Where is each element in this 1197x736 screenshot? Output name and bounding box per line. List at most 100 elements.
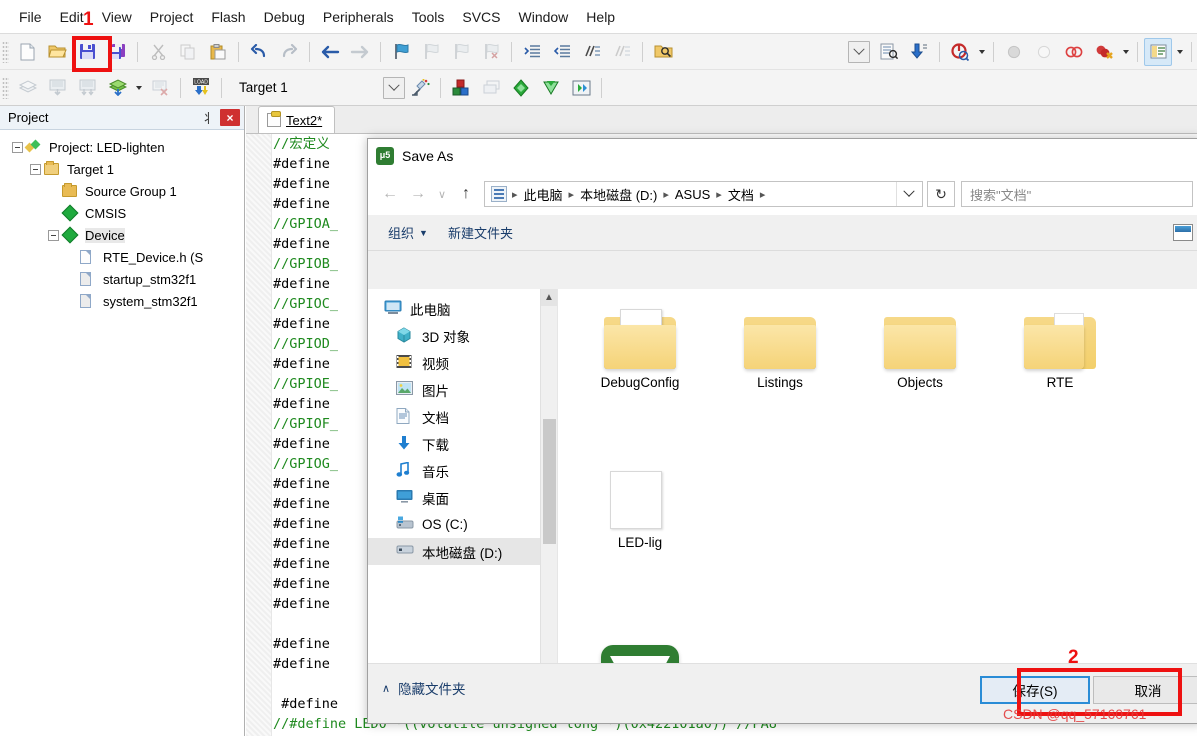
nav-item-documents[interactable]: 文档 xyxy=(368,403,557,430)
toolbar-grip[interactable] xyxy=(2,76,9,99)
start-debug-button[interactable] xyxy=(946,38,974,66)
tree-item-cmsis[interactable]: CMSIS xyxy=(6,202,244,224)
tree-item-project[interactable]: Project: LED-lighten xyxy=(6,136,244,158)
next-bookmark-button[interactable] xyxy=(447,38,475,66)
breadcrumb-asus[interactable]: ASUS xyxy=(670,187,715,202)
dialog-cancel-button[interactable]: 取消 xyxy=(1093,676,1197,704)
close-icon[interactable]: × xyxy=(220,109,240,126)
editor-tab-text2[interactable]: Text2* xyxy=(258,106,336,133)
tree-item-source-group[interactable]: Source Group 1 xyxy=(6,180,244,202)
menu-item-project[interactable]: Project xyxy=(141,6,203,28)
tree-item-target[interactable]: Target 1 xyxy=(6,158,244,180)
nav-item-downloads[interactable]: 下载 xyxy=(368,430,557,457)
breadcrumb-local-disk-d[interactable]: 本地磁盘 (D:) xyxy=(575,185,662,204)
menu-item-help[interactable]: Help xyxy=(577,6,624,28)
nav-pane-scrollbar[interactable]: ▲ ▼ xyxy=(540,289,557,723)
nav-item-videos[interactable]: 视频 xyxy=(368,349,557,376)
build-dropdown-caret[interactable] xyxy=(132,74,145,102)
select-software-packs-button[interactable] xyxy=(477,74,505,102)
previous-bookmark-button[interactable] xyxy=(417,38,445,66)
navigate-back-button[interactable] xyxy=(316,38,344,66)
expander-minus-icon[interactable] xyxy=(12,141,23,153)
dialog-save-button[interactable]: 保存(S) xyxy=(980,676,1090,704)
nav-item-3d-objects[interactable]: 3D 对象 xyxy=(368,322,557,349)
recent-locations-icon[interactable]: ∨ xyxy=(432,180,452,208)
manage-project-items-button[interactable] xyxy=(406,74,434,102)
save-toolbar-button[interactable] xyxy=(73,38,101,66)
build-target-button[interactable] xyxy=(43,74,71,102)
up-icon[interactable]: ↑ xyxy=(452,180,480,208)
comment-selection-button[interactable] xyxy=(578,38,606,66)
copy-button[interactable] xyxy=(174,38,202,66)
tree-item-rte-device-h[interactable]: RTE_Device.h (S xyxy=(6,246,244,268)
indent-left-button[interactable] xyxy=(548,38,576,66)
expander-minus-icon[interactable] xyxy=(48,229,59,241)
insert-bookmark-button[interactable] xyxy=(387,38,415,66)
menu-item-view[interactable]: View xyxy=(93,6,141,28)
project-window-toggle-button[interactable] xyxy=(1144,37,1172,66)
redo-button[interactable] xyxy=(275,38,303,66)
refresh-icon[interactable]: ↻ xyxy=(927,181,955,207)
open-file-button[interactable] xyxy=(43,38,71,66)
menu-item-svcs[interactable]: SVCS xyxy=(453,6,509,28)
manage-run-time-environment-button[interactable] xyxy=(447,74,475,102)
paste-button[interactable] xyxy=(204,38,232,66)
scroll-up-icon[interactable]: ▲ xyxy=(541,289,557,306)
breakpoint-hollow-button[interactable] xyxy=(1030,38,1058,66)
clear-bookmarks-button[interactable] xyxy=(477,38,505,66)
back-icon[interactable]: ← xyxy=(376,180,404,208)
breadcrumb-this-pc[interactable]: 此电脑 xyxy=(519,185,568,204)
configure-target-button[interactable] xyxy=(875,38,903,66)
nav-item-music[interactable]: 音乐 xyxy=(368,457,557,484)
add-items-button[interactable] xyxy=(537,74,565,102)
uncomment-selection-button[interactable] xyxy=(608,38,636,66)
kill-all-breakpoints-button[interactable] xyxy=(1090,38,1118,66)
hide-folders-toggle[interactable]: ∧ 隐藏文件夹 xyxy=(382,678,466,698)
file-item-led-lighten-folder[interactable]: LED-lig xyxy=(570,465,710,625)
organize-button[interactable]: 组织 ▼ xyxy=(378,223,438,242)
file-list-pane[interactable]: DebugConfig Listings Objects RTE LED-lig xyxy=(558,289,1197,723)
new-folder-button[interactable]: 新建文件夹 xyxy=(438,223,523,242)
breakpoints-dropdown-caret[interactable] xyxy=(1119,38,1132,66)
download-to-flash-button[interactable]: LOAD xyxy=(187,74,215,102)
batch-build-button[interactable] xyxy=(103,74,131,102)
nav-item-desktop[interactable]: 桌面 xyxy=(368,484,557,511)
change-view-icon[interactable] xyxy=(1173,224,1193,241)
find-in-files-button[interactable] xyxy=(649,38,677,66)
config-combo-button[interactable] xyxy=(845,38,873,66)
navigate-forward-button[interactable] xyxy=(346,38,374,66)
debug-dropdown-caret[interactable] xyxy=(975,38,988,66)
menu-item-window[interactable]: Window xyxy=(510,6,578,28)
undo-button[interactable] xyxy=(245,38,273,66)
menu-item-file[interactable]: File xyxy=(10,6,51,28)
file-item-debugconfig[interactable]: DebugConfig xyxy=(570,305,710,465)
translate-file-button[interactable] xyxy=(13,74,41,102)
menu-item-debug[interactable]: Debug xyxy=(255,6,314,28)
tree-item-device[interactable]: Device xyxy=(6,224,244,246)
menu-item-flash[interactable]: Flash xyxy=(202,6,254,28)
nav-item-pictures[interactable]: 图片 xyxy=(368,376,557,403)
save-all-button[interactable] xyxy=(103,38,131,66)
toolbar-grip[interactable] xyxy=(2,40,9,63)
file-item-listings[interactable]: Listings xyxy=(710,305,850,465)
file-item-rte[interactable]: RTE xyxy=(990,305,1130,465)
disable-all-breakpoints-button[interactable] xyxy=(1060,38,1088,66)
menu-item-peripherals[interactable]: Peripherals xyxy=(314,6,403,28)
nav-item-local-disk-d[interactable]: 本地磁盘 (D:) xyxy=(368,538,557,565)
nav-item-this-pc[interactable]: 此电脑 xyxy=(368,295,557,322)
manage-components-button[interactable] xyxy=(567,74,595,102)
tree-item-system-stm32f1[interactable]: system_stm32f1 xyxy=(6,290,244,312)
chevron-down-icon[interactable] xyxy=(896,182,920,206)
target-selector[interactable]: Target 1 xyxy=(233,76,405,100)
nav-item-os-c[interactable]: OS (C:) xyxy=(368,511,557,538)
project-items-diamond-button[interactable] xyxy=(507,74,535,102)
file-item-objects[interactable]: Objects xyxy=(850,305,990,465)
download-button[interactable] xyxy=(905,38,933,66)
chevron-down-icon[interactable] xyxy=(383,76,405,99)
expander-minus-icon[interactable] xyxy=(30,163,41,175)
forward-icon[interactable]: → xyxy=(404,180,432,208)
menu-item-tools[interactable]: Tools xyxy=(403,6,454,28)
tree-item-startup-stm32f1[interactable]: startup_stm32f1 xyxy=(6,268,244,290)
rebuild-button[interactable] xyxy=(73,74,101,102)
indent-right-button[interactable] xyxy=(518,38,546,66)
